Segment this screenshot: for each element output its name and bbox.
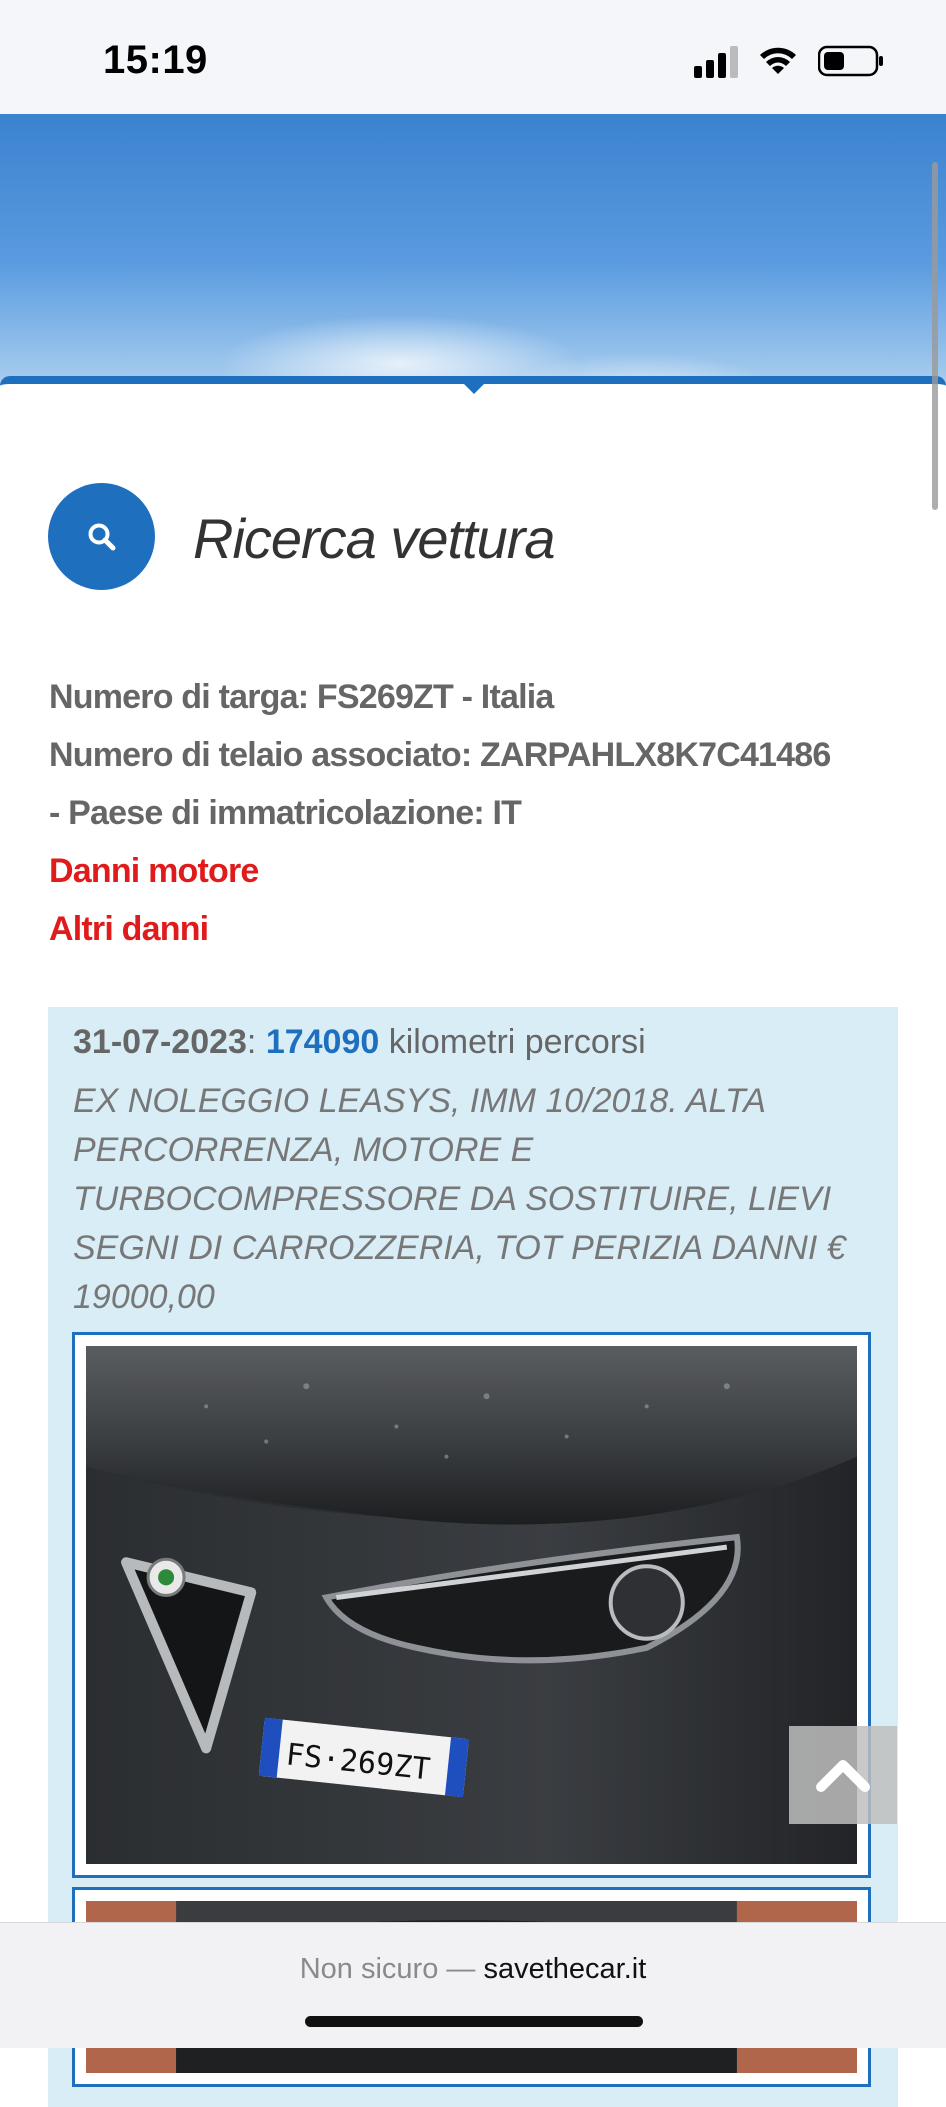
url-display[interactable]: Non sicuro — savethecar.it: [0, 1953, 946, 1986]
battery-icon: [818, 45, 883, 77]
record-km: 174090: [265, 1023, 380, 1061]
hero-banner: [0, 114, 946, 384]
damage-engine-label: Danni motore: [49, 852, 259, 890]
damage-other-label: Altri danni: [49, 910, 209, 948]
wifi-icon: [760, 47, 796, 74]
card-notch: [460, 380, 488, 394]
plate-number: Numero di targa: FS269ZT - Italia: [49, 678, 554, 716]
search-icon: [88, 523, 115, 550]
record-header: 31-07-2023: 174090 kilometri percorsi: [73, 1023, 646, 1062]
record-separator: :: [246, 1023, 257, 1061]
browser-url-bar[interactable]: Non sicuro — savethecar.it: [0, 1922, 946, 2048]
chassis-number: Numero di telaio associato: ZARPAHLX8K7C…: [49, 736, 831, 774]
record-date: 31-07-2023: [73, 1023, 247, 1061]
car-front-photo: FS·269ZT: [86, 1346, 857, 1864]
chevron-up-icon: [816, 1760, 870, 1792]
record-description: EX NOLEGGIO LEASYS, IMM 10/2018. ALTA PE…: [73, 1082, 846, 1316]
status-time: 15:19: [103, 38, 208, 82]
url-domain: savethecar.it: [483, 1953, 647, 1985]
page-title: Ricerca vettura: [193, 507, 556, 570]
record-km-label: kilometri percorsi: [388, 1023, 646, 1061]
vehicle-info: Numero di targa: FS269ZT - Italia Numero…: [49, 668, 919, 958]
security-warning: Non sicuro —: [299, 1953, 476, 1985]
status-bar: 15:19: [0, 0, 946, 114]
page-scrollbar[interactable]: [932, 162, 938, 510]
home-indicator[interactable]: [305, 2016, 643, 2027]
search-button[interactable]: [48, 483, 155, 590]
car-photo-1[interactable]: FS·269ZT: [72, 1332, 871, 1878]
back-to-top-button[interactable]: [789, 1726, 897, 1824]
registration-country: - Paese di immatricolazione: IT: [49, 794, 522, 832]
signal-icon: [694, 46, 738, 78]
